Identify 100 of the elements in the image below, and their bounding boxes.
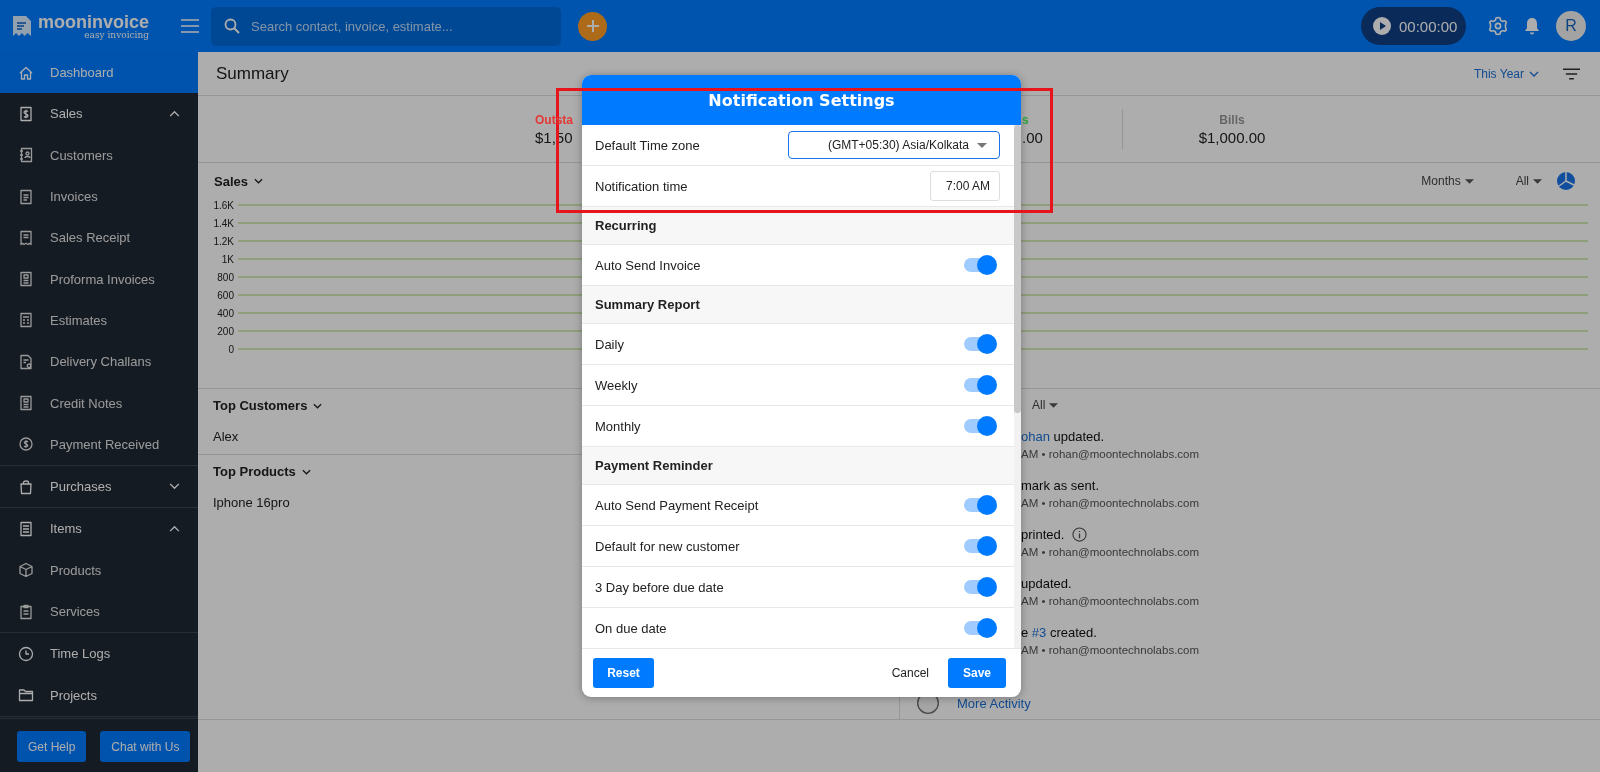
app-logo-name: mooninvoice [38,12,149,31]
setting-label: Default for new customer [595,538,741,554]
scrollbar[interactable] [1014,125,1021,648]
notification-bell-icon[interactable] [1524,17,1540,35]
timer-button[interactable]: 00:00:00 [1361,7,1466,45]
toggle-switch[interactable] [964,621,994,635]
document-icon [18,188,34,205]
toggle-switch[interactable] [964,580,994,594]
page-title: Summary [216,63,290,84]
shopping-bag-icon [18,478,34,495]
period-dropdown[interactable]: This Year [1473,66,1539,81]
toggle-switch[interactable] [964,498,994,512]
filter-icon[interactable] [1563,67,1580,80]
toggle-switch[interactable] [964,337,994,351]
sidebar-item[interactable]: Items [0,508,198,550]
help-button[interactable]: Chat with Us [100,731,191,762]
reset-button[interactable]: Reset [593,658,654,688]
section-heading: Summary Report [595,297,700,312]
toggle-switch[interactable] [964,419,994,433]
product-name: Iphone 16pro [213,495,290,510]
cancel-button[interactable]: Cancel [891,666,929,680]
pie-chart-icon[interactable] [1556,171,1576,191]
chevron-down-icon [1529,70,1539,77]
setting-label: Notification time [595,178,689,194]
axis-tick-label: 400 [217,307,234,319]
clipboard-icon [18,603,34,620]
sidebar-item[interactable]: Projects [0,674,198,716]
box-icon [18,562,34,579]
setting-label: 3 Day before due date [595,579,725,595]
stat-amount: $1,000.00 [1198,128,1266,146]
caret-icon [1533,178,1542,184]
sidebar-item[interactable]: Estimates [0,299,198,342]
sidebar-item[interactable]: Invoices [0,175,198,218]
sidebar-item[interactable]: Proforma Invoices [0,258,198,300]
section-heading: Recurring [595,218,657,233]
user-avatar[interactable]: R [1556,11,1586,41]
axis-tick-label: 0 [228,343,234,355]
setting-label: Daily [595,336,625,352]
folder-icon [18,687,34,704]
filter-dropdown[interactable]: All [1515,174,1542,188]
toggle-switch[interactable] [964,539,994,553]
grouping-dropdown[interactable]: Months [1421,174,1474,188]
caret-icon [1049,402,1059,408]
activity-meta: AM • rohan@moontechnolabs.com [1021,546,1200,558]
calculator-icon [18,312,34,329]
axis-tick-label: 200 [217,325,234,337]
add-button[interactable] [578,11,607,41]
time-field[interactable]: 7:00 AM [930,171,1000,201]
sidebar-item[interactable]: Delivery Challans [0,341,198,383]
toggle-switch[interactable] [964,258,994,272]
customer-name: Alex [213,429,239,444]
toggle-switch[interactable] [964,378,994,392]
chevron-down-icon [254,178,263,184]
info-icon[interactable] [1072,527,1088,542]
dialog-title: Notification Settings [708,90,895,110]
activity-link[interactable]: #3 [1031,625,1047,640]
activity-meta: AM • rohan@moontechnolabs.com [1021,448,1200,460]
more-activity-link[interactable]: More Activity [957,695,1031,711]
receipt-logo-icon [12,15,32,37]
sidebar-item[interactable]: Time Logs [0,633,198,675]
axis-tick-label: 1K [221,253,234,265]
activity-meta: AM • rohan@moontechnolabs.com [1021,644,1200,656]
help-button[interactable]: Get Help [17,731,87,762]
timezone-select[interactable]: (GMT+05:30) Asia/Kolkata [788,131,1000,159]
sidebar-item[interactable]: Payment Received [0,423,198,465]
sidebar-item[interactable]: Sales Receipt [0,217,198,259]
app-tagline: easy invoicing [84,30,149,40]
caret-icon [1464,178,1474,184]
axis-tick-label: 800 [217,271,234,283]
sidebar-item[interactable]: Customers [0,134,198,176]
activity-text: updated. [1021,576,1072,591]
top-products-dropdown[interactable]: Top Products [213,464,311,479]
receipt-icon [18,229,34,246]
activity-meta: AM • rohan@moontechnolabs.com [1021,497,1200,509]
setting-label: Auto Send Invoice [595,257,702,273]
activity-filter-dropdown[interactable]: All [1032,398,1600,412]
chevron-down-icon [313,402,323,409]
document-icon [18,353,34,370]
axis-tick-label: 1.2K [213,235,234,247]
sidebar-item[interactable]: Sales [0,93,198,135]
sidebar-item[interactable]: Credit Notes [0,382,198,424]
sales-dropdown[interactable]: Sales [214,173,263,189]
chevron-down-icon [301,468,311,475]
top-customers-dropdown[interactable]: Top Customers [213,398,323,413]
setting-label: Monthly [595,418,642,434]
section-heading: Payment Reminder [595,458,713,473]
save-button[interactable]: Save [948,658,1006,688]
axis-tick-label: 1.4K [213,217,234,229]
house-icon [18,64,34,81]
caret-icon [977,142,987,148]
sidebar-item[interactable]: Products [0,549,198,591]
stat-amount: .00 [1022,128,1043,146]
menu-icon[interactable] [181,19,199,33]
setting-label: Default Time zone [595,137,701,153]
search-icon [224,17,240,34]
sidebar-item[interactable]: Dashboard [0,52,198,94]
settings-icon[interactable] [1488,16,1508,36]
activity-link[interactable]: ohan [1021,429,1050,444]
activity-text: e #3 created. [1021,625,1097,640]
activity-text: ohan updated. [1021,429,1105,444]
